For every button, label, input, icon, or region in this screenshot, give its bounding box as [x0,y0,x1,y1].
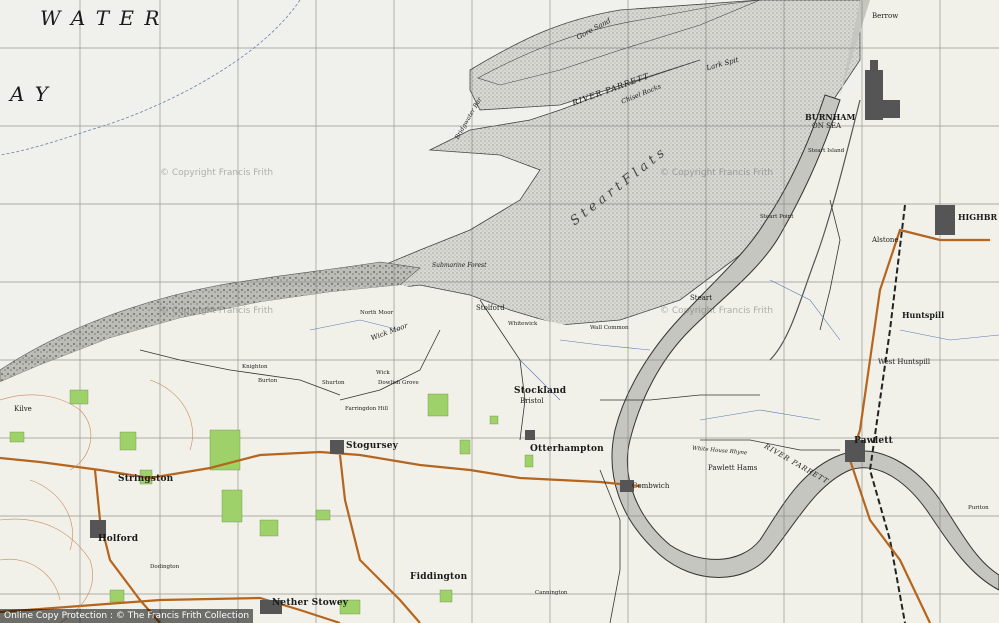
place-burton: Burton [258,378,278,384]
place-nether-stowey: Nether Stowey [272,598,349,608]
place-fiddington: Fiddington [410,572,468,582]
place-wick: Wick [376,370,390,376]
place-shurton: Shurton [322,380,345,386]
map-canvas[interactable]: W A T E R A Y Gore Sand Lark Spit RIVER … [0,0,999,623]
place-stringston: Stringston [118,474,174,484]
place-dodington: Dodington [150,564,180,570]
place-stogursey: Stogursey [346,441,399,451]
watermark-4: © Copyright Francis Frith [660,306,774,316]
watermark-3: © Copyright Francis Frith [160,306,274,316]
place-combwich: Combwich [632,482,670,490]
place-stockland: Stockland [514,386,567,396]
place-bristol: Bristol [520,397,544,405]
copyright-footer: Online Copy Protection : © The Francis F… [0,609,254,623]
watermark-2: © Copyright Francis Frith [660,168,774,178]
place-cannington: Cannington [535,590,568,596]
place-berrow: Berrow [872,12,899,20]
place-knighton: Knighton [242,364,268,370]
place-stolford: Stolford [476,304,505,312]
place-puriton: Puriton [968,505,989,511]
place-north-moor: North Moor [360,310,394,316]
place-huntspill: Huntspill [902,310,945,320]
submarine-forest-label: Submarine Forest [432,262,487,269]
sea-label-bay: A Y [10,82,51,106]
place-pawlett: Pawlett [854,436,893,446]
place-west-huntspill: West Huntspill [878,358,931,366]
place-dowlish-grove: Dowlish Grove [378,380,419,386]
place-farringdon: Farringdon Hill [345,406,388,412]
place-steart-point: Steart Point [760,214,794,220]
place-burnham-on-sea: ON SEA [812,122,842,130]
place-holford: Holford [98,534,139,544]
place-kilve: Kilve [14,405,32,413]
place-steart-island: Steart Island [808,148,845,154]
place-highbridge: HIGHBR [958,212,998,222]
place-steart: Steart [690,294,713,302]
place-whitewick: Whitewick [508,321,538,327]
place-pawlett-hams: Pawlett Hams [708,464,758,472]
place-otterhampton: Otterhampton [530,444,604,454]
sea-label-water: W A T E R [40,6,162,30]
place-alstone: Alstone [872,236,899,244]
place-wall-common: Wall Common [590,325,629,331]
watermark-1: © Copyright Francis Frith [160,168,274,178]
place-burnham: BURNHAM [805,112,856,122]
